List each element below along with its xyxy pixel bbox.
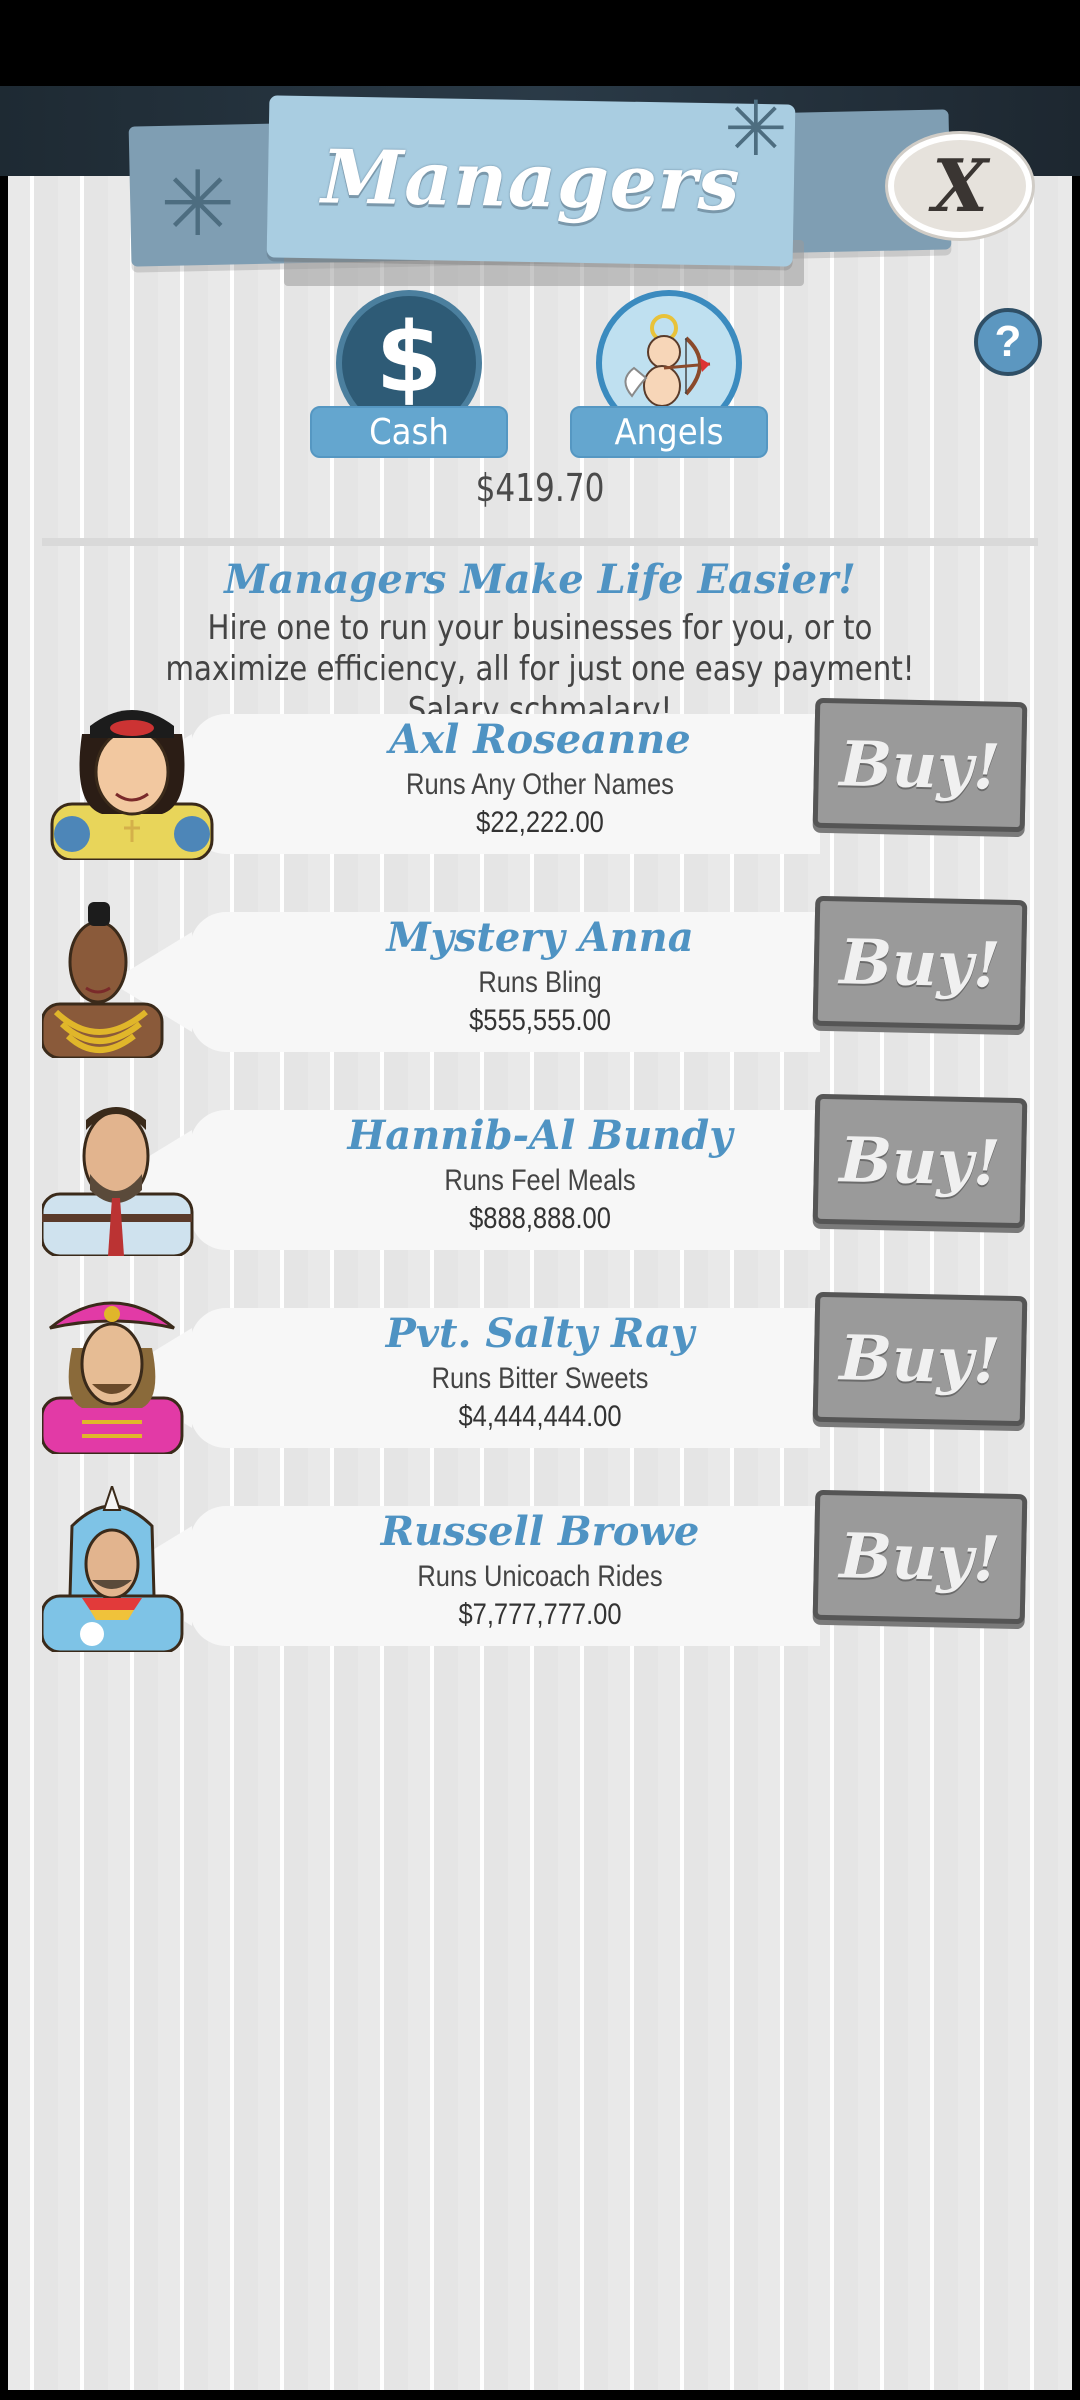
- buy-button[interactable]: Buy!: [812, 1093, 1028, 1229]
- manager-portrait-hannib-al-bundy: [42, 1090, 222, 1256]
- manager-business: Runs Unicoach Rides: [417, 1560, 663, 1593]
- manager-price: $22,222.00: [476, 806, 604, 839]
- manager-price: $7,777,777.00: [458, 1598, 622, 1631]
- buy-button[interactable]: Buy!: [812, 1291, 1028, 1427]
- tab-cash[interactable]: $ Cash: [310, 290, 508, 458]
- manager-name: Hannib-Al Bundy: [347, 1112, 733, 1159]
- divider: [42, 538, 1038, 546]
- buy-button-label: Buy!: [838, 1320, 1002, 1398]
- help-button[interactable]: ?: [974, 308, 1042, 376]
- cash-amount: $419.70: [475, 466, 605, 510]
- manager-business: Runs Bitter Sweets: [431, 1362, 649, 1395]
- manager-price: $4,444,444.00: [458, 1400, 622, 1433]
- manager-row: Axl Roseanne Runs Any Other Names $22,22…: [0, 694, 1080, 874]
- manager-price: $555,555.00: [469, 1004, 611, 1037]
- buy-button[interactable]: Buy!: [812, 697, 1028, 833]
- starburst-icon: ✳: [160, 155, 236, 255]
- tab-angels[interactable]: Angels: [570, 290, 768, 458]
- manager-name: Axl Roseanne: [389, 716, 691, 763]
- page-title: Managers: [320, 134, 742, 228]
- manager-portrait-pvt-salty-ray: [42, 1288, 222, 1454]
- buy-button-label: Buy!: [838, 726, 1002, 804]
- tab-angels-label: Angels: [570, 406, 768, 458]
- manager-business: Runs Any Other Names: [406, 768, 674, 801]
- starburst-icon: ✳: [724, 87, 788, 172]
- close-icon: X: [932, 143, 988, 228]
- promo-title: Managers Make Life Easier!: [224, 556, 856, 603]
- manager-portrait-mystery-anna: [42, 892, 222, 1058]
- buy-button-label: Buy!: [838, 924, 1002, 1002]
- manager-name: Mystery Anna: [386, 914, 694, 961]
- manager-portrait-russell-browe: [42, 1486, 222, 1652]
- close-button[interactable]: X: [888, 134, 1032, 238]
- title-plate: Managers: [266, 95, 796, 267]
- manager-portrait-axl-roseanne: [42, 694, 222, 860]
- manager-price: $888,888.00: [469, 1202, 611, 1235]
- manager-business: Runs Feel Meals: [444, 1164, 636, 1197]
- manager-business: Runs Bling: [478, 966, 602, 999]
- status-bar: [0, 0, 1080, 86]
- buy-button[interactable]: Buy!: [812, 1489, 1028, 1625]
- tab-cash-label: Cash: [310, 406, 508, 458]
- manager-row: Pvt. Salty Ray Runs Bitter Sweets $4,444…: [0, 1288, 1080, 1468]
- manager-row: Russell Browe Runs Unicoach Rides $7,777…: [0, 1486, 1080, 1666]
- buy-button-label: Buy!: [838, 1518, 1002, 1596]
- manager-name: Russell Browe: [380, 1508, 700, 1555]
- buy-button[interactable]: Buy!: [812, 895, 1028, 1031]
- manager-row: Mystery Anna Runs Bling $555,555.00 Buy!: [0, 892, 1080, 1072]
- buy-button-label: Buy!: [838, 1122, 1002, 1200]
- manager-name: Pvt. Salty Ray: [385, 1310, 695, 1357]
- manager-row: Hannib-Al Bundy Runs Feel Meals $888,888…: [0, 1090, 1080, 1270]
